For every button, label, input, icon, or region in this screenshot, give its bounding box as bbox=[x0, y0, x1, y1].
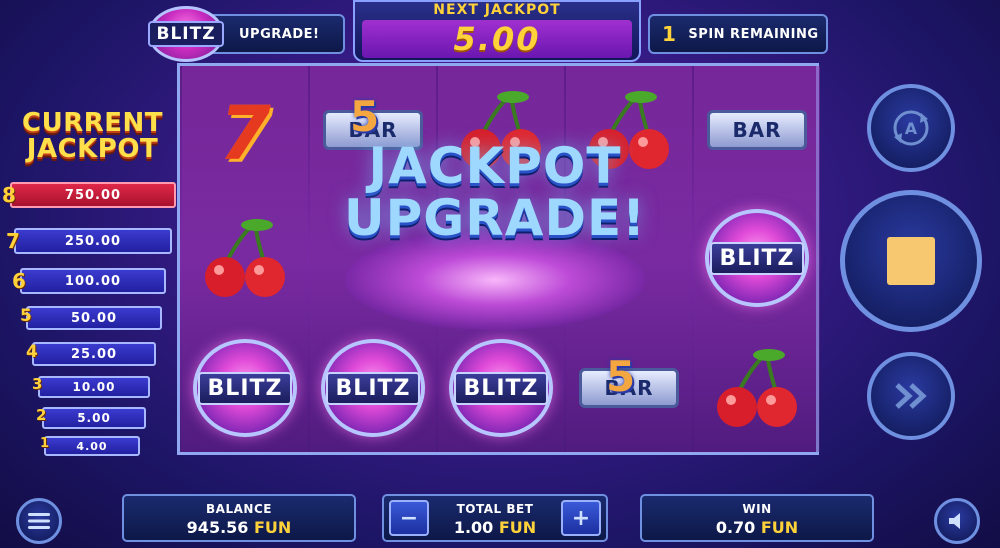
jackpot-level-6: 100.00 bbox=[20, 268, 166, 294]
symbol-cherry bbox=[694, 324, 820, 452]
bar-label: BAR bbox=[732, 118, 782, 142]
total-bet-panel: − TOTAL BET 1.00 FUN + bbox=[382, 494, 608, 542]
jackpot-level-number: 2 bbox=[36, 406, 47, 424]
win-label: WIN bbox=[742, 502, 772, 516]
symbol-bar-five: BAR 5 bbox=[566, 324, 692, 452]
spin-stop-button[interactable] bbox=[840, 190, 982, 332]
jackpot-level-number: 7 bbox=[6, 229, 20, 253]
balance-currency: FUN bbox=[254, 518, 292, 537]
symbol-blitz: BLITZ bbox=[310, 324, 436, 452]
win-value-row: 0.70 FUN bbox=[642, 518, 872, 537]
symbol-blitz: BLITZ bbox=[694, 194, 820, 322]
five-symbol: 5 bbox=[350, 92, 380, 141]
bar-symbol: BAR bbox=[707, 110, 807, 150]
jackpot-level-number: 8 bbox=[2, 183, 16, 207]
jackpot-level-3: 10.00 bbox=[38, 376, 150, 398]
jackpot-level-number: 1 bbox=[40, 436, 50, 451]
symbol-bar: BAR bbox=[694, 66, 820, 194]
total-bet-value: 1.00 bbox=[453, 518, 494, 537]
jackpot-level-value: 50.00 bbox=[70, 310, 118, 326]
current-jackpot-line-2: JACKPOT bbox=[26, 134, 159, 164]
win-currency: FUN bbox=[760, 518, 799, 537]
five-symbol: 5 bbox=[606, 352, 636, 401]
jackpot-level-value: 4.00 bbox=[76, 439, 108, 453]
svg-text:A: A bbox=[905, 119, 918, 138]
symbol-seven: 7 bbox=[182, 70, 308, 198]
jackpot-level-value: 100.00 bbox=[64, 273, 122, 289]
jackpot-level-5: 50.00 bbox=[26, 306, 162, 330]
blitz-label: BLITZ bbox=[197, 371, 293, 405]
balance-panel: BALANCE 945.56 FUN bbox=[122, 494, 356, 542]
menu-icon bbox=[28, 513, 50, 529]
jackpot-level-1: 4.00 bbox=[44, 436, 140, 456]
spins-panel: 1 SPIN REMAINING bbox=[648, 14, 828, 54]
balance-value-row: 945.56 FUN bbox=[124, 518, 354, 537]
blitz-label: BLITZ bbox=[709, 241, 805, 275]
logo-text: BLITZ bbox=[148, 21, 224, 47]
cherry-icon bbox=[717, 349, 797, 427]
current-jackpot-title: CURRENT JACKPOT bbox=[10, 110, 175, 162]
jackpot-upgrade-banner: JACKPOT UPGRADE! bbox=[330, 140, 660, 244]
jackpot-level-number: 5 bbox=[20, 306, 32, 326]
win-value: 0.70 bbox=[715, 518, 756, 537]
jackpot-level-number: 6 bbox=[12, 269, 26, 293]
balance-value: 945.56 bbox=[186, 518, 249, 537]
autoplay-button[interactable]: A bbox=[867, 84, 955, 172]
minus-icon: − bbox=[399, 505, 419, 531]
spins-label: SPIN REMAINING bbox=[688, 26, 819, 42]
jackpot-level-number: 4 bbox=[26, 342, 38, 362]
jackpot-level-value: 10.00 bbox=[72, 380, 116, 394]
symbol-blitz: BLITZ bbox=[438, 324, 564, 452]
upgrade-label: UPGRADE! bbox=[239, 26, 320, 42]
autoplay-icon: A bbox=[893, 110, 929, 146]
next-jackpot-label: NEXT JACKPOT bbox=[433, 2, 561, 18]
speaker-icon bbox=[949, 513, 960, 529]
symbol-cherry bbox=[182, 194, 308, 322]
jackpot-level-value: 750.00 bbox=[64, 187, 122, 203]
banner-line-1: JACKPOT bbox=[368, 137, 622, 195]
sound-button[interactable] bbox=[934, 498, 980, 544]
total-bet-currency: FUN bbox=[498, 518, 537, 537]
blitz-logo: BLITZ bbox=[148, 6, 224, 62]
jackpot-level-7: 250.00 bbox=[14, 228, 172, 254]
turbo-button[interactable] bbox=[867, 352, 955, 440]
cherry-icon bbox=[205, 219, 285, 297]
current-jackpot-line-1: CURRENT bbox=[22, 108, 163, 138]
balance-label: BALANCE bbox=[206, 502, 272, 516]
menu-button[interactable] bbox=[16, 498, 62, 544]
banner-line-2: UPGRADE! bbox=[344, 189, 646, 247]
blitz-label: BLITZ bbox=[325, 371, 421, 405]
spins-count: 1 bbox=[662, 22, 677, 46]
jackpot-level-value: 5.00 bbox=[77, 411, 111, 425]
plus-icon: + bbox=[571, 505, 591, 531]
bet-increase-button[interactable]: + bbox=[561, 500, 601, 536]
next-jackpot-value: 5.00 bbox=[362, 20, 632, 58]
fast-forward-icon bbox=[895, 383, 927, 409]
jackpot-level-4: 25.00 bbox=[32, 342, 156, 366]
seven-symbol: 7 bbox=[219, 91, 271, 177]
jackpot-level-8: 750.00 bbox=[10, 182, 176, 208]
win-panel: WIN 0.70 FUN bbox=[640, 494, 874, 542]
jackpot-level-number: 3 bbox=[32, 375, 43, 393]
jackpot-level-2: 5.00 bbox=[42, 407, 146, 429]
bet-decrease-button[interactable]: − bbox=[389, 500, 429, 536]
jackpot-level-value: 25.00 bbox=[70, 346, 118, 362]
symbol-blitz: BLITZ bbox=[182, 324, 308, 452]
blitz-label: BLITZ bbox=[453, 371, 549, 405]
jackpot-level-value: 250.00 bbox=[64, 233, 122, 249]
blitz-symbol: BLITZ bbox=[449, 339, 553, 437]
blitz-symbol: BLITZ bbox=[705, 209, 809, 307]
blitz-symbol: BLITZ bbox=[321, 339, 425, 437]
next-jackpot-panel: NEXT JACKPOT 5.00 bbox=[353, 0, 641, 62]
blitz-symbol: BLITZ bbox=[193, 339, 297, 437]
stop-icon bbox=[887, 237, 935, 285]
